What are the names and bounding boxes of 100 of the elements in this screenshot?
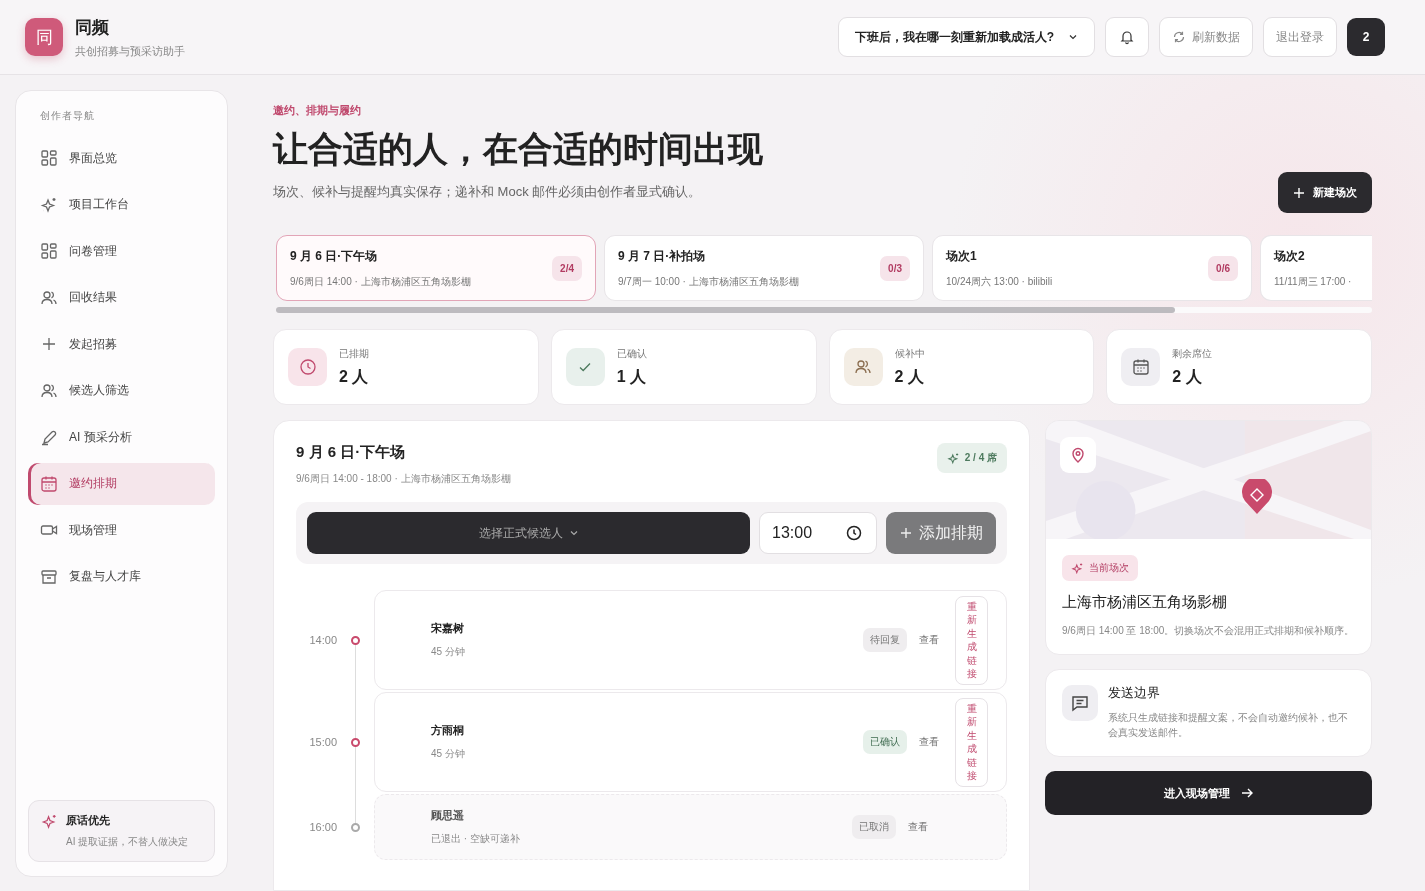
slot-time: 15:00 <box>309 736 337 748</box>
refresh-button[interactable]: 刷新数据 <box>1159 17 1253 57</box>
archive-icon <box>40 567 58 586</box>
status-tag: 已取消 <box>852 815 896 839</box>
sidebar-heading: 创作者导航 <box>39 109 96 123</box>
stat-label: 候补中 <box>894 346 925 361</box>
status-tag: 待回复 <box>863 628 907 652</box>
session-tab[interactable]: 场次2 11/11周三 17:00 · <box>1260 235 1372 301</box>
calendar-icon <box>40 474 58 493</box>
page-subtitle: 场次、候补与提醒均真实保存；递补和 Mock 邮件必须由创作者显式确认。 <box>273 183 703 201</box>
slot-meta: 45 分钟 <box>431 645 466 659</box>
candidate-select[interactable]: 选择正式候选人 <box>307 512 750 554</box>
grid-icon <box>40 242 58 260</box>
map-marker-icon <box>1241 479 1273 515</box>
stat-value: 1 人 <box>616 366 647 387</box>
sidebar-item[interactable]: 邀约排期 <box>28 462 215 505</box>
sparkle-icon <box>1071 561 1084 575</box>
grid-icon <box>40 149 58 167</box>
session-detail: 11/11周三 17:00 · <box>1274 274 1352 289</box>
info-title: 发送边界 <box>1108 684 1161 702</box>
session-detail: 9/7周一 10:00 · 上海市杨浦区五角场影棚 <box>618 274 799 289</box>
tip-text: AI 提取证据，不替人做决定 <box>66 835 189 849</box>
session-count: 0/6 <box>1208 255 1238 281</box>
slot-meta: 已退出 · 空缺可递补 <box>431 832 521 846</box>
sparkle-icon <box>41 813 58 830</box>
session-tab[interactable]: 9 月 7 日·补拍场 9/7周一 10:00 · 上海市杨浦区五角场影棚 0/3 <box>604 235 924 301</box>
location-pin-icon <box>1060 437 1096 473</box>
view-link[interactable]: 查看 <box>919 735 939 749</box>
sidebar-item[interactable]: 项目工作台 <box>28 183 215 226</box>
add-schedule-button[interactable]: 添加排期 <box>886 512 996 554</box>
stat-value: 2 人 <box>894 366 925 387</box>
session-title: 场次1 <box>946 247 978 265</box>
section-kicker: 邀约、排期与履约 <box>273 103 362 118</box>
view-link[interactable]: 查看 <box>919 633 939 647</box>
session-title: 场次2 <box>1274 247 1306 265</box>
chevron-down-icon <box>1068 32 1078 42</box>
logout-button[interactable]: 退出登录 <box>1263 17 1337 57</box>
session-title: 9 月 7 日·补拍场 <box>618 247 707 265</box>
regenerate-link-button[interactable]: 重新生成链接 <box>955 595 988 685</box>
slot-time: 16:00 <box>309 821 337 833</box>
stat-value: 2 人 <box>339 366 369 387</box>
app-tagline: 共创招募与预采访助手 <box>75 43 185 59</box>
users-icon <box>40 288 58 307</box>
sidebar-item[interactable]: 回收结果 <box>28 276 215 319</box>
session-title: 9 月 6 日·下午场 <box>290 247 379 265</box>
candidate-name: 宋嘉树 <box>431 621 465 636</box>
sidebar-item[interactable]: 现场管理 <box>28 509 215 551</box>
sidebar-item[interactable]: AI 预采分析 <box>28 416 215 458</box>
candidate-name: 方雨桐 <box>431 723 465 738</box>
pen-icon <box>40 428 58 446</box>
session-tab[interactable]: 场次1 10/24周六 13:00 · bilibili 0/6 <box>932 235 1252 301</box>
refresh-icon <box>1172 30 1186 44</box>
session-detail: 10/24周六 13:00 · bilibili <box>946 274 1053 289</box>
sidebar-item[interactable]: 复盘与人才库 <box>28 555 215 598</box>
regenerate-link-button[interactable]: 重新生成链接 <box>955 697 988 787</box>
count-badge-button[interactable]: 2 <box>1347 18 1385 56</box>
clock-icon <box>846 525 862 541</box>
view-link[interactable]: 查看 <box>908 820 928 834</box>
slot-meta: 45 分钟 <box>431 747 466 761</box>
slot-time: 14:00 <box>309 634 337 646</box>
session-detail: 9/6周日 14:00 · 上海市杨浦区五角场影棚 <box>290 274 471 289</box>
sidebar-item[interactable]: 问卷管理 <box>28 230 215 272</box>
plus-icon <box>40 335 58 353</box>
venue-name: 上海市杨浦区五角场影棚 <box>1062 593 1227 612</box>
stat-label: 已排期 <box>339 346 369 361</box>
app-logo: 同 <box>25 18 63 56</box>
session-tab[interactable]: 9 月 6 日·下午场 9/6周日 14:00 · 上海市杨浦区五角场影棚 2/4 <box>276 235 596 301</box>
session-count: 0/3 <box>880 255 910 281</box>
time-field[interactable]: 13:00 <box>759 512 877 554</box>
project-dropdown[interactable]: 下班后，我在哪一刻重新加载成活人? <box>837 17 1095 57</box>
new-session-button[interactable]: 新建场次 <box>1278 172 1372 213</box>
check-icon <box>565 348 605 386</box>
sidebar-item[interactable]: 界面总览 <box>28 137 215 179</box>
notifications-button[interactable] <box>1105 17 1149 57</box>
schedule-title: 9 月 6 日·下午场 <box>296 443 407 462</box>
chevron-down-icon <box>568 528 579 538</box>
clock-icon <box>288 348 327 386</box>
status-tag: 已确认 <box>863 730 907 754</box>
venue-detail: 9/6周日 14:00 至 18:00。切换场次不会混用正式排期和候补顺序。 <box>1062 624 1355 638</box>
sidebar-item[interactable]: 发起招募 <box>28 323 215 365</box>
stat-label: 已确认 <box>616 346 647 361</box>
stat-value: 2 人 <box>1172 366 1203 387</box>
tag-label: 当前场次 <box>1089 561 1129 575</box>
stat-label: 剩余席位 <box>1172 346 1213 361</box>
message-icon <box>1062 685 1098 721</box>
enter-venue-button[interactable]: 进入现场管理 <box>1045 771 1372 815</box>
candidate-name: 顾思遥 <box>431 808 465 823</box>
calendar-icon <box>1121 348 1161 386</box>
seats-count: 2 / 4 席 <box>964 451 997 465</box>
sidebar-item[interactable]: 候选人筛选 <box>28 369 215 412</box>
bell-icon <box>1119 29 1135 45</box>
app-name: 同频 <box>75 16 110 39</box>
page-title: 让合适的人，在合适的时间出现 <box>273 128 763 170</box>
session-count: 2/4 <box>552 255 582 281</box>
users-icon <box>843 348 883 386</box>
info-text: 系统只生成链接和提醒文案，不会自动邀约候补，也不会真实发送邮件。 <box>1108 711 1349 740</box>
schedule-detail: 9/6周日 14:00 - 18:00 · 上海市杨浦区五角场影棚 <box>296 472 511 486</box>
tip-title: 原话优先 <box>66 813 111 828</box>
sparkle-icon <box>40 195 58 214</box>
scrollbar[interactable] <box>276 307 1372 313</box>
